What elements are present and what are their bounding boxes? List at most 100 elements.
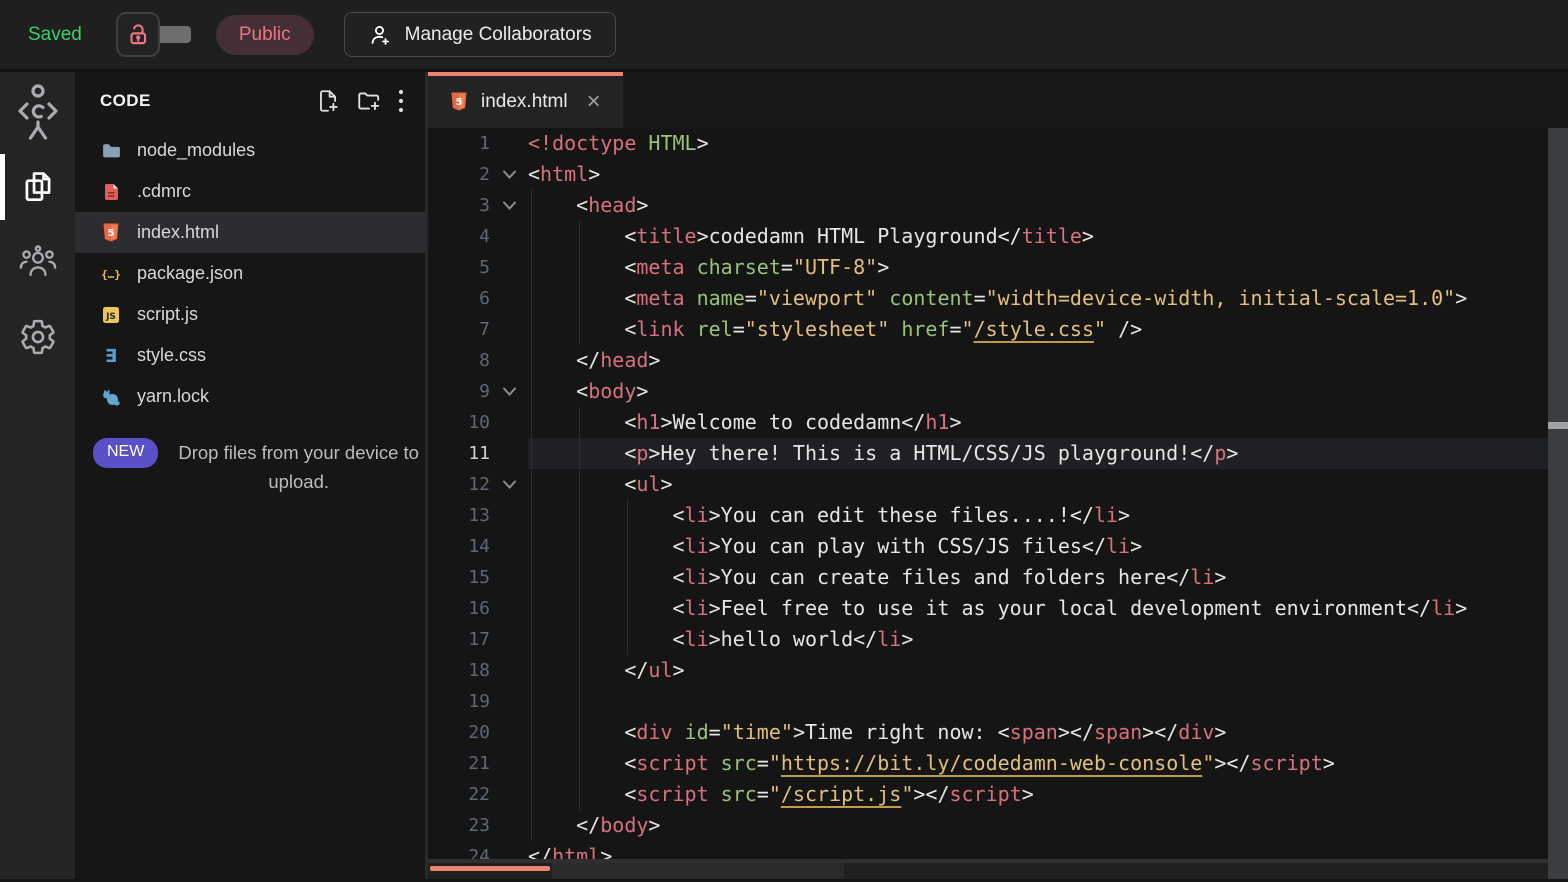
manage-collaborators-button[interactable]: Manage Collaborators xyxy=(344,12,616,57)
file-item-index.html[interactable]: 5index.html xyxy=(75,212,425,253)
line-number: 3 xyxy=(428,190,490,221)
indent-guide xyxy=(579,407,580,438)
file-item-style.css[interactable]: ∃style.css xyxy=(75,335,425,376)
indent-guide xyxy=(579,531,580,562)
tab-label: index.html xyxy=(481,91,568,113)
svg-text:{…}: {…} xyxy=(101,267,121,280)
upload-hint-text: Drop files from your device to upload. xyxy=(172,438,425,496)
manage-collaborators-label: Manage Collaborators xyxy=(405,24,592,46)
tab-index-html[interactable]: 5 index.html × xyxy=(428,72,623,128)
file-name: script.js xyxy=(137,304,198,325)
code-text: <!doctype HTML> xyxy=(528,128,1568,159)
indent-guide xyxy=(531,500,532,531)
code-line-9[interactable]: 9 <body> xyxy=(428,376,1568,407)
code-line-8[interactable]: 8 </head> xyxy=(428,345,1568,376)
file-item-script.js[interactable]: JSscript.js xyxy=(75,294,425,335)
settings-icon[interactable] xyxy=(0,307,75,367)
indent-guide xyxy=(579,469,580,500)
collaborators-icon[interactable] xyxy=(0,232,75,292)
indent-guide xyxy=(627,562,628,593)
code-text: <script src="/script.js"></script> xyxy=(528,779,1568,810)
fold-spacer xyxy=(490,593,528,624)
new-file-icon[interactable] xyxy=(315,88,341,114)
fold-chevron-icon[interactable] xyxy=(490,469,528,500)
code-line-7[interactable]: 7 <link rel="stylesheet" href="/style.cs… xyxy=(428,314,1568,345)
file-name: yarn.lock xyxy=(137,386,209,407)
code-text: <head> xyxy=(528,190,1568,221)
indent-guide xyxy=(579,624,580,655)
code-text: <li>Feel free to use it as your local de… xyxy=(528,593,1568,624)
indent-guide xyxy=(531,221,532,252)
files-icon[interactable] xyxy=(0,157,75,217)
code-text: <p>Hey there! This is a HTML/CSS/JS play… xyxy=(528,438,1568,469)
bottom-panel-tab[interactable] xyxy=(552,863,844,879)
code-line-23[interactable]: 23 </body> xyxy=(428,810,1568,841)
code-line-10[interactable]: 10 <h1>Welcome to codedamn</h1> xyxy=(428,407,1568,438)
indent-guide xyxy=(531,283,532,314)
indent-guide xyxy=(531,314,532,345)
more-options-icon[interactable] xyxy=(397,88,405,114)
fold-spacer xyxy=(490,686,528,717)
indent-guide xyxy=(579,717,580,748)
line-number: 15 xyxy=(428,562,490,593)
new-folder-icon[interactable] xyxy=(355,88,383,114)
code-line-18[interactable]: 18 </ul> xyxy=(428,655,1568,686)
fold-spacer xyxy=(490,841,528,859)
code-line-2[interactable]: 2<html> xyxy=(428,159,1568,190)
indent-guide xyxy=(531,469,532,500)
indent-guide xyxy=(579,655,580,686)
folder-icon xyxy=(100,140,122,162)
code-line-12[interactable]: 12 <ul> xyxy=(428,469,1568,500)
code-line-21[interactable]: 21 <script src="https://bit.ly/codedamn-… xyxy=(428,748,1568,779)
fold-spacer xyxy=(490,531,528,562)
code-line-19[interactable]: 19 xyxy=(428,686,1568,717)
code-text: <link rel="stylesheet" href="/style.css"… xyxy=(528,314,1568,345)
toggle-knob[interactable] xyxy=(157,26,191,43)
file-explorer: CODE xyxy=(75,72,428,879)
code-line-16[interactable]: 16 <li>Feel free to use it as your local… xyxy=(428,593,1568,624)
file-item-yarn.lock[interactable]: yarn.lock xyxy=(75,376,425,417)
code-line-13[interactable]: 13 <li>You can edit these files....!</li… xyxy=(428,500,1568,531)
fold-spacer xyxy=(490,500,528,531)
file-item-package.json[interactable]: {…}package.json xyxy=(75,253,425,294)
fold-chevron-icon[interactable] xyxy=(490,190,528,221)
unlock-icon[interactable] xyxy=(116,12,160,57)
indent-guide xyxy=(531,407,532,438)
code-line-22[interactable]: 22 <script src="/script.js"></script> xyxy=(428,779,1568,810)
indent-guide xyxy=(579,221,580,252)
file-name: .cdmrc xyxy=(137,181,191,202)
indent-guide xyxy=(531,717,532,748)
code-line-14[interactable]: 14 <li>You can play with CSS/JS files</l… xyxy=(428,531,1568,562)
fold-chevron-icon[interactable] xyxy=(490,159,528,190)
indent-guide xyxy=(531,810,532,841)
file-item-.cdmrc[interactable]: .cdmrc xyxy=(75,171,425,212)
code-editor[interactable]: 1<!doctype HTML>2<html>3 <head>4 <title>… xyxy=(428,128,1568,859)
indent-guide xyxy=(531,686,532,717)
code-line-3[interactable]: 3 <head> xyxy=(428,190,1568,221)
fold-chevron-icon[interactable] xyxy=(490,376,528,407)
fold-spacer xyxy=(490,128,528,159)
close-icon[interactable]: × xyxy=(587,90,601,114)
code-line-4[interactable]: 4 <title>codedamn HTML Playground</title… xyxy=(428,221,1568,252)
indent-guide xyxy=(579,593,580,624)
vertical-scrollbar[interactable] xyxy=(1548,128,1568,879)
indent-guide xyxy=(579,438,580,469)
bottom-panel-active-tab-indicator[interactable] xyxy=(430,866,550,871)
visibility-toggle[interactable] xyxy=(116,12,191,57)
code-line-6[interactable]: 6 <meta name="viewport" content="width=d… xyxy=(428,283,1568,314)
code-line-24[interactable]: 24</html> xyxy=(428,841,1568,859)
code-line-20[interactable]: 20 <div id="time">Time right now: <span>… xyxy=(428,717,1568,748)
public-visibility-badge[interactable]: Public xyxy=(216,15,314,55)
file-item-node_modules[interactable]: node_modules xyxy=(75,130,425,171)
code-text: </ul> xyxy=(528,655,1568,686)
new-badge: NEW xyxy=(93,438,158,468)
code-line-15[interactable]: 15 <li>You can create files and folders … xyxy=(428,562,1568,593)
code-line-17[interactable]: 17 <li>hello world</li> xyxy=(428,624,1568,655)
code-text: <meta charset="UTF-8"> xyxy=(528,252,1568,283)
code-line-11[interactable]: 11 <p>Hey there! This is a HTML/CSS/JS p… xyxy=(428,438,1568,469)
code-line-1[interactable]: 1<!doctype HTML> xyxy=(428,128,1568,159)
codedamn-logo-icon[interactable] xyxy=(0,82,75,142)
fold-spacer xyxy=(490,345,528,376)
code-line-5[interactable]: 5 <meta charset="UTF-8"> xyxy=(428,252,1568,283)
scrollbar-thumb[interactable] xyxy=(1548,422,1568,429)
